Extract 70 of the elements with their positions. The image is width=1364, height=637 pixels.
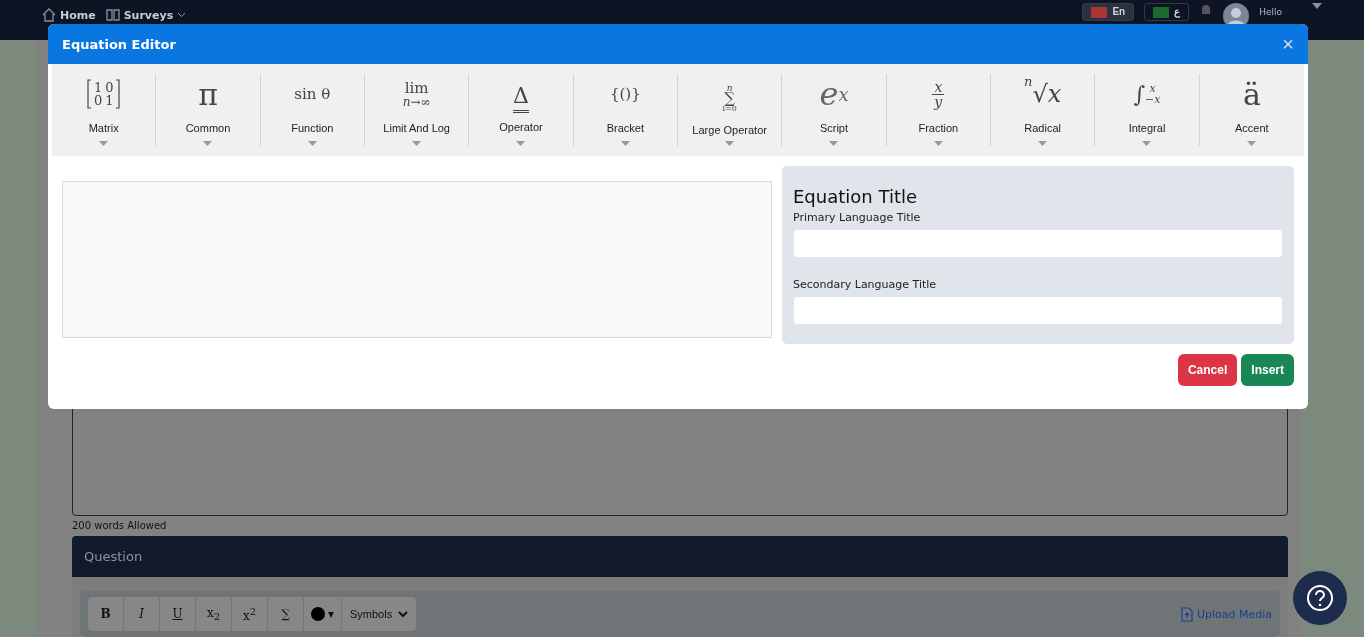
- symbol-menu-button[interactable]: $^{n}$√x Radical: [991, 74, 1096, 146]
- sum-symbol: n ∑ i=0: [722, 81, 737, 116]
- caret-icon: [203, 141, 213, 146]
- symbol-menu-button[interactable]: Δ Operator: [469, 74, 574, 146]
- help-button[interactable]: [1293, 571, 1347, 625]
- radical-symbol: $^{n}$√x: [1024, 74, 1062, 110]
- greeting-text: Hello: [1259, 7, 1282, 17]
- symbol-glyph: sin θ: [294, 84, 331, 105]
- symbol-menu-button[interactable]: x y Fraction: [886, 74, 991, 146]
- symbol-glyph: π: [198, 75, 218, 114]
- field-label: Primary Language Title: [793, 211, 922, 224]
- book-icon: [105, 8, 120, 22]
- format-button[interactable]: x$^{2}$: [232, 597, 268, 631]
- color-picker[interactable]: ▾: [304, 597, 342, 631]
- symbol-menu-button[interactable]: {()} Bracket: [573, 74, 678, 146]
- flag-icon: [1091, 6, 1108, 18]
- symbol-menu-button[interactable]: lim n→∞ Limit And Log: [365, 74, 470, 146]
- caret-icon: [1038, 141, 1048, 146]
- nav-link-text: Home: [60, 8, 96, 22]
- panel-title: Question: [72, 536, 1288, 577]
- caret-icon: [620, 141, 630, 146]
- flag-icon: [1153, 6, 1170, 18]
- color-swatch-icon: [311, 607, 325, 621]
- symbol-glyph: ä: [1242, 75, 1261, 114]
- symbol-menu-button[interactable]: n ∑ i=0 Large Operator: [678, 74, 783, 146]
- symbols-select[interactable]: Symbols: [342, 597, 417, 631]
- limit-symbol: lim n→∞: [402, 77, 431, 111]
- caret-icon: [1247, 141, 1257, 146]
- symbol-menu-button[interactable]: ä Accent: [1199, 74, 1304, 146]
- caret-icon: [307, 141, 317, 146]
- insert-button[interactable]: Insert: [1241, 354, 1294, 386]
- word-limit-text: 200 words Allowed: [72, 519, 168, 533]
- symbol-menu-button[interactable]: e$^{x}$ Script: [782, 74, 887, 146]
- field-label: Secondary Language Title: [793, 278, 938, 291]
- caret-icon: [412, 141, 422, 146]
- upload-icon: [1180, 606, 1193, 622]
- caret-icon: [829, 141, 839, 146]
- format-button[interactable]: ∑: [268, 597, 304, 631]
- caret-icon: [99, 141, 109, 146]
- home-icon: [42, 8, 56, 22]
- caret-icon[interactable]: [1312, 3, 1322, 9]
- title-input-field[interactable]: [793, 229, 1283, 258]
- matrix-symbol: 1 0 0 1: [86, 74, 121, 114]
- script-symbol: e$^{x}$: [819, 74, 849, 114]
- bracket-icon: [115, 79, 121, 109]
- format-button[interactable]: B: [88, 597, 124, 631]
- nav-link[interactable]: Surveys: [105, 8, 187, 22]
- symbol-menu-button[interactable]: sin θ Function: [260, 74, 365, 146]
- bracket-icon: [86, 79, 92, 109]
- format-button[interactable]: x$_{2}$: [196, 597, 232, 631]
- help-icon: [1306, 584, 1334, 612]
- caret-icon: [1142, 141, 1152, 146]
- caret-icon: [933, 141, 943, 146]
- nav-link-text: Surveys: [123, 8, 174, 22]
- format-button[interactable]: U: [160, 597, 196, 631]
- symbol-menu-button[interactable]: π Common: [156, 74, 261, 146]
- language-button[interactable]: En: [1082, 3, 1135, 21]
- nav-link[interactable]: Home: [42, 8, 96, 22]
- equation-input-area[interactable]: [62, 181, 772, 338]
- caret-icon: [516, 141, 526, 146]
- cancel-button[interactable]: Cancel: [1177, 354, 1238, 386]
- title-input-field[interactable]: [793, 296, 1283, 325]
- language-button[interactable]: ع: [1144, 3, 1190, 21]
- format-button[interactable]: I: [124, 597, 160, 631]
- symbol-menu-button[interactable]: 1 0 0 1 Matrix: [52, 74, 157, 146]
- dialog-title: Equation Editor: [62, 36, 176, 52]
- chevron-icon: [398, 610, 409, 618]
- caret-icon: [725, 141, 735, 146]
- symbol-glyph: {()}: [609, 84, 641, 105]
- panel-heading: Equation Title: [793, 186, 918, 207]
